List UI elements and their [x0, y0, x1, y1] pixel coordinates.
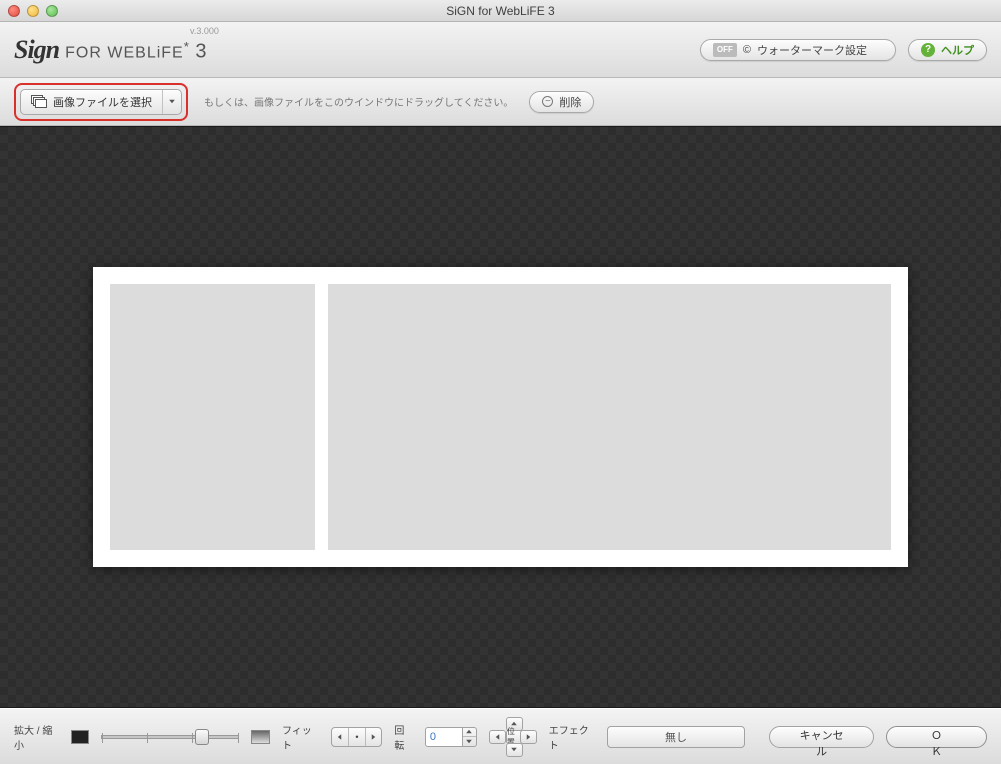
- fit-center-button[interactable]: •: [348, 728, 365, 746]
- slider-thumb-icon[interactable]: [195, 729, 209, 745]
- logo-for-text: FOR WEBLiFE: [65, 45, 184, 62]
- effect-label: エフェクト: [549, 722, 595, 752]
- zoom-slider[interactable]: [101, 726, 239, 748]
- zoom-min-swatch[interactable]: [71, 730, 90, 744]
- image-slot-2[interactable]: [328, 284, 891, 550]
- arrow-down-icon: [512, 748, 518, 752]
- cancel-button[interactable]: キャンセル: [769, 726, 874, 748]
- logo-forweblife: FOR WEBLiFE* 3: [65, 39, 207, 63]
- ok-button[interactable]: Ｏ Ｋ: [886, 726, 987, 748]
- arrow-up-icon: [467, 730, 473, 734]
- fit-left-button[interactable]: [332, 728, 349, 746]
- rotate-step-down[interactable]: [463, 736, 476, 746]
- file-select-label: 画像ファイルを選択: [53, 94, 152, 110]
- canvas-area[interactable]: [0, 126, 1001, 708]
- file-select-button[interactable]: 画像ファイルを選択: [20, 89, 182, 115]
- titlebar: SiGN for WebLiFE 3: [0, 0, 1001, 22]
- version-label: v.3.000: [190, 26, 219, 36]
- chevron-down-icon: [169, 100, 175, 104]
- off-badge: OFF: [713, 43, 737, 57]
- rotate-label: 回転: [394, 722, 412, 752]
- canvas-paper: [93, 267, 908, 567]
- zoom-window-icon[interactable]: [46, 5, 58, 17]
- arrow-right-icon: [527, 734, 531, 740]
- minus-icon: −: [542, 96, 553, 107]
- minimize-window-icon[interactable]: [27, 5, 39, 17]
- arrow-down-icon: [467, 740, 473, 744]
- rotate-stepper: [463, 727, 477, 747]
- help-button[interactable]: ? ヘルプ: [908, 39, 987, 61]
- top-toolbar: v.3.000 Sign FOR WEBLiFE* 3 OFF © ウォーターマ…: [0, 22, 1001, 78]
- image-slot-1[interactable]: [110, 284, 315, 550]
- position-down-button[interactable]: [506, 743, 523, 757]
- app-logo: Sign FOR WEBLiFE* 3: [14, 35, 207, 65]
- arrow-left-icon: [338, 734, 342, 740]
- arrow-left-icon: [496, 734, 500, 740]
- drag-hint: もしくは、画像ファイルをこのウインドウにドラッグしてください。: [204, 94, 513, 109]
- fit-right-button[interactable]: [365, 728, 382, 746]
- logo-sign: Sign: [14, 35, 59, 65]
- close-window-icon[interactable]: [8, 5, 20, 17]
- rotate-step-up[interactable]: [463, 728, 476, 737]
- zoom-label: 拡大 / 縮小: [14, 722, 59, 752]
- rotate-input[interactable]: [425, 727, 463, 747]
- position-right-button[interactable]: [520, 730, 537, 744]
- copyright-icon: ©: [743, 44, 751, 56]
- window-controls: [0, 5, 58, 17]
- effect-button[interactable]: 無し: [607, 726, 745, 748]
- delete-button[interactable]: − 削除: [529, 91, 594, 113]
- logo-number: 3: [195, 41, 207, 63]
- window-title: SiGN for WebLiFE 3: [0, 4, 1001, 18]
- watermark-label: ウォーターマーク設定: [757, 42, 867, 58]
- position-dpad: 位置: [489, 717, 537, 757]
- file-toolbar: 画像ファイルを選択 もしくは、画像ファイルをこのウインドウにドラッグしてください…: [0, 78, 1001, 126]
- file-select-highlight: 画像ファイルを選択: [14, 83, 188, 121]
- delete-label: 削除: [559, 94, 581, 110]
- watermark-settings-button[interactable]: OFF © ウォーターマーク設定: [700, 39, 896, 61]
- fit-segmented: •: [331, 727, 383, 747]
- position-left-button[interactable]: [489, 730, 506, 744]
- file-select-dropdown[interactable]: [163, 99, 181, 104]
- zoom-max-swatch[interactable]: [251, 730, 270, 744]
- arrow-right-icon: [372, 734, 376, 740]
- help-label: ヘルプ: [941, 42, 974, 58]
- image-stack-icon: [31, 95, 47, 108]
- fit-label: フィット: [282, 722, 319, 752]
- bottom-toolbar: 拡大 / 縮小 フィット • 回転 位置 エフェクト 無し キャンセル Ｏ Ｋ: [0, 708, 1001, 764]
- question-icon: ?: [921, 43, 935, 57]
